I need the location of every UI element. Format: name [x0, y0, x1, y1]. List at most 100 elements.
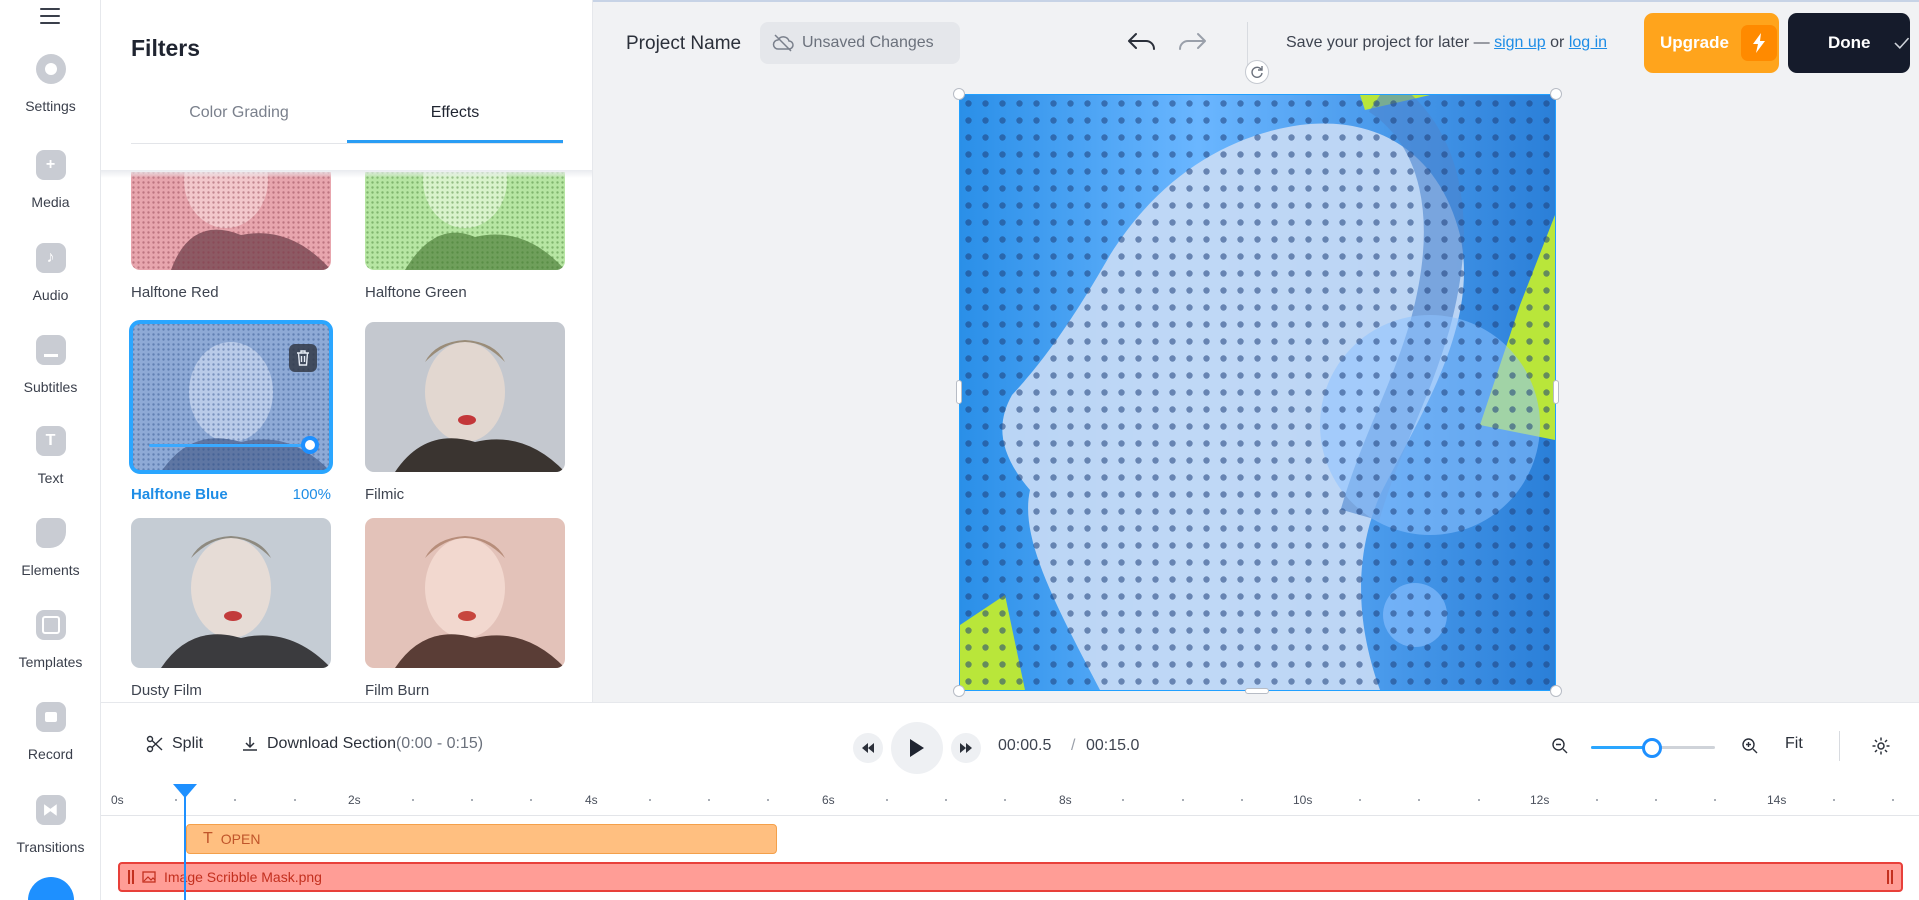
timeline-settings-button[interactable]	[1871, 736, 1891, 756]
rail-label: Audio	[32, 287, 69, 303]
rail-item-text[interactable]: T Text	[0, 426, 101, 514]
preview-canvas[interactable]	[959, 78, 1556, 691]
timeline[interactable]: 0s 2s 4s 6s 8s 10s 12s 14s T OPEN Image …	[101, 784, 1919, 900]
header-shadow	[101, 170, 592, 178]
resize-handle-top-right[interactable]	[1550, 88, 1562, 100]
rail-item-subtitles[interactable]: Subtitles	[0, 335, 101, 423]
rotate-icon	[1251, 66, 1263, 78]
rail-item-elements[interactable]: Elements	[0, 518, 101, 606]
zoom-slider-knob[interactable]	[1642, 738, 1662, 758]
undo-button[interactable]	[1126, 30, 1158, 59]
rail-label: Text	[37, 470, 64, 486]
delete-filter-button[interactable]	[289, 344, 317, 372]
templates-icon	[35, 610, 66, 640]
redo-icon	[1179, 33, 1206, 50]
filter-intensity-slider[interactable]	[149, 444, 311, 447]
filter-thumbnail	[129, 320, 333, 474]
plus-icon: +	[35, 150, 66, 180]
image-icon	[142, 871, 156, 883]
filter-card-film-burn[interactable]: Film Burn	[365, 518, 565, 699]
playback-controls: Split Download Section (0:00 - 0:15) 00:0…	[101, 702, 1919, 786]
rail-item-record[interactable]: Record	[0, 702, 101, 790]
rail-item-media[interactable]: + Media	[0, 150, 101, 238]
playhead[interactable]	[184, 786, 186, 900]
thumbnail-image	[365, 322, 565, 472]
rail-item-templates[interactable]: Templates	[0, 610, 101, 698]
filter-card-halftone-blue[interactable]: Halftone Blue 100%	[129, 320, 333, 503]
filter-card-label: Halftone Green	[365, 284, 565, 301]
ruler-tick	[767, 799, 770, 801]
resize-handle-bottom-left[interactable]	[953, 685, 965, 697]
download-icon	[243, 737, 257, 751]
elements-icon	[35, 518, 66, 548]
fast-forward-button[interactable]	[951, 733, 981, 763]
rewind-icon	[862, 743, 874, 753]
filter-intensity-knob[interactable]	[301, 436, 319, 454]
sign-up-link[interactable]: sign up	[1494, 34, 1546, 51]
tab-color-grading[interactable]: Color Grading	[131, 96, 347, 143]
ruler-tick	[1240, 799, 1243, 801]
clip-right-handle[interactable]	[1887, 870, 1893, 884]
filter-card-label: Dusty Film	[131, 682, 331, 699]
ruler-tick	[1655, 799, 1658, 801]
clip-left-handle[interactable]	[128, 870, 134, 884]
undo-icon	[1128, 33, 1155, 50]
play-button[interactable]	[891, 722, 943, 774]
filter-card-dusty-film[interactable]: Dusty Film	[131, 518, 331, 699]
filter-intensity-value: 100%	[292, 486, 331, 503]
zoom-out-icon	[1552, 738, 1568, 754]
rail-item-audio[interactable]: ♪ Audio	[0, 243, 101, 331]
filter-name: Halftone Green	[365, 284, 467, 301]
text-clip-label: OPEN	[220, 831, 261, 847]
filter-card-filmic[interactable]: Filmic	[365, 322, 565, 503]
download-range: (0:00 - 0:15)	[395, 735, 484, 752]
download-label-group: Download Section (0:00 - 0:15)	[267, 735, 483, 753]
zoom-in-button[interactable]	[1741, 737, 1759, 755]
unsaved-changes-badge: Unsaved Changes	[760, 22, 960, 64]
filters-header	[101, 0, 592, 172]
log-in-link[interactable]: log in	[1569, 34, 1607, 51]
subtitles-icon	[35, 335, 66, 365]
redo-button[interactable]	[1176, 30, 1208, 59]
filters-panel: Halftone Red Halftone Green Halftone Blu…	[101, 0, 593, 702]
fit-button[interactable]: Fit	[1785, 735, 1803, 753]
ruler-label: 4s	[585, 793, 598, 807]
filter-name: Filmic	[365, 486, 405, 503]
resize-handle-top-left[interactable]	[953, 88, 965, 100]
gear-icon	[1872, 737, 1890, 755]
save-prompt-text: Save your project for later —	[1286, 34, 1495, 51]
ruler-label: 6s	[822, 793, 835, 807]
zoom-out-button[interactable]	[1551, 737, 1569, 755]
download-section-button[interactable]: Download Section (0:00 - 0:15)	[241, 735, 483, 753]
playhead-handle[interactable]	[173, 784, 197, 798]
split-button[interactable]: Split	[146, 735, 203, 753]
rail-label: Settings	[25, 98, 76, 114]
check-icon	[1893, 37, 1909, 49]
resize-handle-bottom[interactable]	[1245, 688, 1269, 694]
resize-handle-bottom-right[interactable]	[1550, 685, 1562, 697]
resize-handle-left[interactable]	[956, 380, 962, 404]
text-icon: T	[35, 426, 66, 456]
rail-label: Media	[31, 194, 70, 210]
upgrade-label: Upgrade	[1660, 33, 1729, 52]
timeline-ruler[interactable]: 0s 2s 4s 6s 8s 10s 12s 14s	[101, 786, 1919, 816]
ruler-tick	[1832, 799, 1835, 801]
project-name[interactable]: Project Name	[626, 33, 741, 55]
upgrade-button[interactable]: Upgrade	[1644, 13, 1779, 73]
rail-item-transitions[interactable]: ⧓ Transitions	[0, 795, 101, 883]
done-button[interactable]: Done	[1788, 13, 1910, 73]
menu-icon[interactable]	[40, 8, 60, 24]
image-clip[interactable]: Image Scribble Mask.png	[118, 862, 1903, 892]
rewind-button[interactable]	[853, 733, 883, 763]
lightning-icon	[1740, 25, 1777, 61]
ruler-tick	[1892, 799, 1894, 801]
tab-effects[interactable]: Effects	[347, 96, 563, 143]
text-clip[interactable]: T OPEN	[186, 824, 777, 854]
ruler-label: 0s	[111, 793, 124, 807]
done-label: Done	[1828, 33, 1871, 52]
rail-item-settings[interactable]: Settings	[0, 54, 101, 142]
rotate-handle[interactable]	[1245, 60, 1269, 84]
text-icon: T	[203, 830, 213, 847]
resize-handle-right[interactable]	[1553, 380, 1559, 404]
fast-forward-icon	[960, 743, 972, 753]
